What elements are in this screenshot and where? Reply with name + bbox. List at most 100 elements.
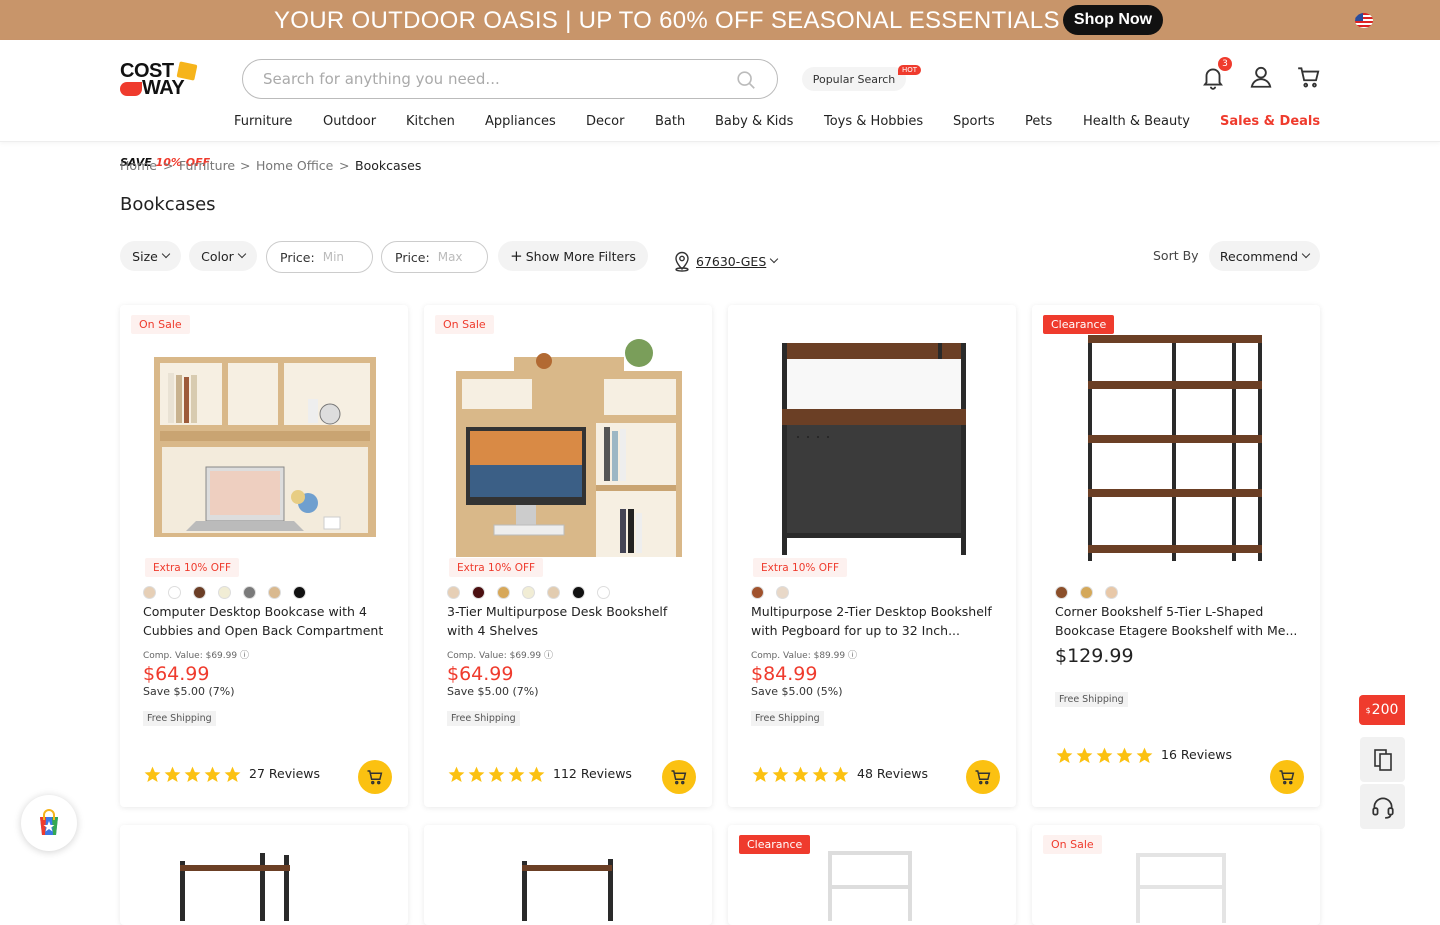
add-to-cart-button[interactable] <box>966 760 1000 794</box>
add-to-cart-button[interactable] <box>1270 760 1304 794</box>
product-card[interactable]: Clearance <box>728 825 1016 925</box>
info-icon[interactable]: ⓘ <box>848 651 857 661</box>
size-filter[interactable]: Size <box>120 241 181 271</box>
nav-decor[interactable]: Decor <box>586 114 624 129</box>
product-name[interactable]: 3-Tier Multipurpose Desk Bookshelf with … <box>447 602 697 640</box>
compare-icon <box>1373 748 1392 771</box>
costway-logo[interactable]: COST WAY <box>120 61 200 98</box>
customer-service-button[interactable] <box>1360 784 1405 829</box>
color-swatch[interactable] <box>776 586 789 599</box>
search-icon[interactable] <box>735 69 757 91</box>
star-rating <box>1055 746 1154 765</box>
color-swatch[interactable] <box>751 586 764 599</box>
star-icon <box>832 766 849 783</box>
account-icon[interactable] <box>1248 64 1274 90</box>
notification-badge: 3 <box>1218 57 1232 71</box>
product-image[interactable] <box>424 825 712 925</box>
product-image[interactable] <box>1052 327 1300 567</box>
product-card[interactable]: On Sale <box>1032 825 1320 925</box>
search-input[interactable] <box>263 68 713 90</box>
star-icon <box>468 766 485 783</box>
color-swatch[interactable] <box>572 586 585 599</box>
zip-code-selector[interactable]: 67630-GES <box>672 250 779 272</box>
save-amount: Save $5.00 (7%) <box>447 685 539 698</box>
product-card[interactable]: On Sale Extra 10% OFF 3-Tier Multipurpos… <box>424 305 712 807</box>
popular-search-button[interactable]: Popular Search <box>802 67 906 91</box>
coupon-button[interactable]: $200 <box>1359 695 1405 725</box>
product-name[interactable]: Corner Bookshelf 5-Tier L-Shaped Bookcas… <box>1055 602 1305 640</box>
breadcrumb-furniture[interactable]: Furniture <box>179 158 235 173</box>
color-swatch[interactable] <box>597 586 610 599</box>
price-min-field[interactable]: Price: Min <box>266 241 373 273</box>
color-swatch[interactable] <box>218 586 231 599</box>
color-swatch[interactable] <box>1080 586 1093 599</box>
show-more-filters-button[interactable]: + Show More Filters <box>498 241 648 271</box>
color-swatch[interactable] <box>472 586 485 599</box>
product-image[interactable] <box>140 327 388 567</box>
product-price: $84.99 <box>751 663 818 685</box>
color-swatch[interactable] <box>447 586 460 599</box>
product-card[interactable]: Extra 10% OFF Multipurpose 2-Tier Deskto… <box>728 305 1016 807</box>
product-card[interactable] <box>424 825 712 925</box>
nav-baby-kids[interactable]: Baby & Kids <box>715 114 793 129</box>
nav-toys-hobbies[interactable]: Toys & Hobbies <box>824 114 923 129</box>
promo-banner[interactable]: YOUR OUTDOOR OASIS | UP TO 60% OFF SEASO… <box>0 0 1440 40</box>
compare-button[interactable] <box>1360 737 1405 782</box>
price-min-placeholder: Min <box>322 250 345 264</box>
color-swatch[interactable] <box>193 586 206 599</box>
color-swatch[interactable] <box>522 586 535 599</box>
nav-outdoor[interactable]: Outdoor <box>323 114 376 129</box>
price-max-field[interactable]: Price: Max <box>381 241 488 273</box>
nav-sales-deals[interactable]: Sales & Deals <box>1220 114 1320 129</box>
location-pin-icon <box>675 251 689 272</box>
product-card[interactable]: On Sale Extra 10% OFF Computer Desktop B… <box>120 305 408 807</box>
color-swatch[interactable] <box>143 586 156 599</box>
nav-furniture[interactable]: Furniture <box>234 114 292 129</box>
star-icon <box>1056 747 1073 764</box>
sort-dropdown[interactable]: Recommend <box>1209 241 1320 271</box>
nav-sports[interactable]: Sports <box>953 114 995 129</box>
nav-bath[interactable]: Bath <box>655 114 685 129</box>
shop-now-button[interactable]: Shop Now <box>1063 5 1163 35</box>
product-image[interactable] <box>748 327 996 567</box>
nav-appliances[interactable]: Appliances <box>485 114 556 129</box>
color-swatch[interactable] <box>1105 586 1118 599</box>
product-name[interactable]: Multipurpose 2-Tier Desktop Bookshelf wi… <box>751 602 1001 640</box>
add-to-cart-button[interactable] <box>358 760 392 794</box>
star-rating <box>143 765 242 784</box>
color-swatch[interactable] <box>547 586 560 599</box>
review-count[interactable]: 48 Reviews <box>857 766 928 781</box>
info-icon[interactable]: ⓘ <box>240 651 249 661</box>
review-count[interactable]: 27 Reviews <box>249 766 320 781</box>
product-name[interactable]: Computer Desktop Bookcase with 4 Cubbies… <box>143 602 393 640</box>
color-swatch[interactable] <box>497 586 510 599</box>
color-swatch[interactable] <box>1055 586 1068 599</box>
color-swatch[interactable] <box>268 586 281 599</box>
color-swatch[interactable] <box>293 586 306 599</box>
product-card[interactable]: Clearance Corner Bookshelf 5-Tier L-Shap… <box>1032 305 1320 807</box>
product-card[interactable] <box>120 825 408 925</box>
color-swatch[interactable] <box>243 586 256 599</box>
us-flag-icon[interactable] <box>1355 13 1373 28</box>
product-image[interactable] <box>120 825 408 925</box>
add-to-cart-button[interactable] <box>662 760 696 794</box>
app-download-button[interactable] <box>21 795 77 851</box>
nav-kitchen[interactable]: Kitchen <box>406 114 455 129</box>
color-filter[interactable]: Color <box>189 241 257 271</box>
product-image[interactable] <box>444 327 692 567</box>
color-swatch[interactable] <box>168 586 181 599</box>
info-icon[interactable]: ⓘ <box>544 651 553 661</box>
status-badge: On Sale <box>131 315 190 334</box>
nav-health-beauty[interactable]: Health & Beauty <box>1083 114 1190 129</box>
cart-icon[interactable] <box>1296 64 1322 90</box>
comp-value: Comp. Value: $69.99 ⓘ <box>143 648 249 661</box>
breadcrumb-home[interactable]: Home <box>120 158 157 173</box>
review-count[interactable]: 112 Reviews <box>553 766 632 781</box>
comp-value: Comp. Value: $69.99 ⓘ <box>447 648 553 661</box>
product-price: $129.99 <box>1055 645 1134 667</box>
review-count[interactable]: 16 Reviews <box>1161 747 1232 762</box>
breadcrumb-home-office[interactable]: Home Office <box>256 158 333 173</box>
search-bar[interactable] <box>242 59 778 99</box>
nav-pets[interactable]: Pets <box>1025 114 1052 129</box>
color-swatches <box>143 586 306 600</box>
